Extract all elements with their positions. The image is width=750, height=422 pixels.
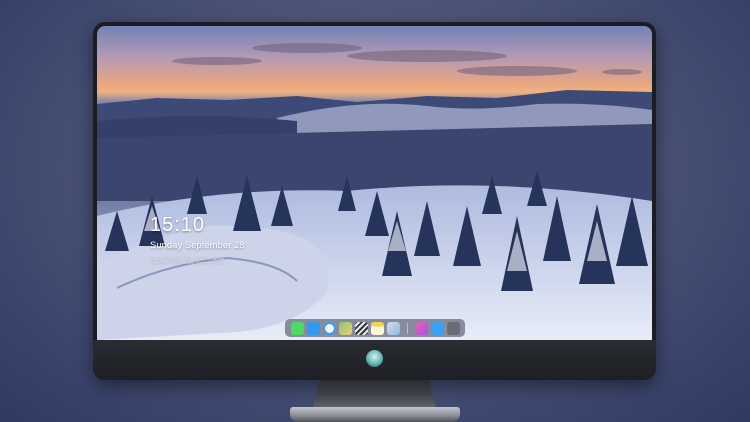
notes-icon[interactable] xyxy=(370,321,384,335)
messages-icon[interactable] xyxy=(290,321,304,335)
desktop-screen: 15:10 Sunday September 28 Windows 10 Des… xyxy=(97,26,652,340)
photos-icon[interactable] xyxy=(386,321,400,335)
lockscreen-status-text: Windows 10 Desktop · Airline Lockscreen … xyxy=(150,257,265,265)
dock xyxy=(285,319,465,337)
wallpaper xyxy=(97,43,652,340)
monitor: 15:10 Sunday September 28 Windows 10 Des… xyxy=(93,22,656,380)
camera-icon[interactable] xyxy=(446,321,460,335)
monitor-brand-logo xyxy=(366,350,383,367)
monitor-chin xyxy=(93,340,656,380)
lockscreen-clock: 15:10 xyxy=(150,214,206,236)
finder-icon[interactable] xyxy=(306,321,320,335)
clapper-icon[interactable] xyxy=(354,321,368,335)
lockscreen-date: Sunday September 28 xyxy=(150,240,245,251)
dock-separator xyxy=(406,322,408,334)
status-line: Battery 89% · Wi-Fi Connected · Weather … xyxy=(150,261,223,266)
maps-icon[interactable] xyxy=(338,321,352,335)
monitor-base xyxy=(290,407,460,422)
music-icon[interactable] xyxy=(414,321,428,335)
appstore-icon[interactable] xyxy=(430,321,444,335)
safari-icon[interactable] xyxy=(322,321,336,335)
